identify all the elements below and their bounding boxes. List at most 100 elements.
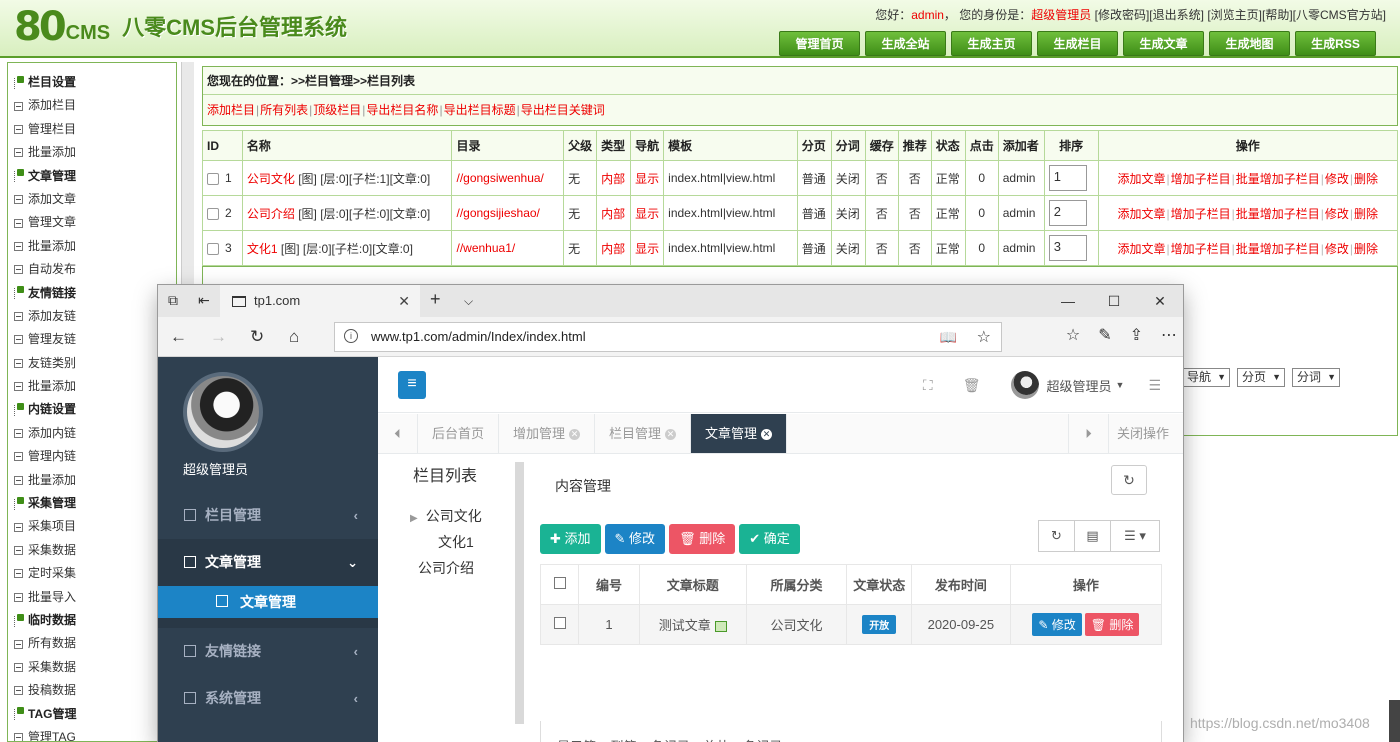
close-window-icon[interactable]: ✕ — [1137, 285, 1183, 317]
sidebar-item[interactable]: 添加栏目 — [12, 94, 176, 117]
tab-list-chevron-icon[interactable]: ⌵ — [464, 294, 473, 309]
splitter[interactable] — [515, 462, 524, 724]
select-all-checkbox[interactable] — [553, 577, 566, 589]
sidebar-item[interactable]: 添加内链 — [12, 422, 176, 445]
pen-icon[interactable]: ✎ — [1098, 325, 1111, 345]
row-op-link[interactable]: 批量增加子栏目 — [1236, 172, 1320, 186]
menu-toggle-icon[interactable]: ≡ — [398, 371, 426, 399]
order-input[interactable]: 1 — [1048, 165, 1087, 191]
fullscreen-icon[interactable]: ⛶ — [923, 377, 933, 394]
menu-item[interactable]: 栏目管理 ‹ — [158, 492, 378, 539]
nav-gen-column-button[interactable]: 生成栏目 — [1037, 31, 1118, 56]
row-checkbox[interactable] — [207, 172, 219, 185]
sidebar-item[interactable]: 管理内链 — [12, 445, 176, 468]
row-op-link[interactable]: 修改 — [1325, 242, 1349, 256]
sidebar-item[interactable]: 批量添加 — [12, 469, 176, 492]
confirm-button[interactable]: ✔ 确定 — [739, 524, 800, 554]
select-page[interactable]: 分页 — [1237, 368, 1286, 387]
back-icon[interactable]: ← — [170, 327, 187, 347]
sidebar-item[interactable]: 管理文章 — [12, 211, 176, 234]
sidebar-item[interactable]: 添加友链 — [12, 305, 176, 328]
sidebar-item[interactable]: 定时采集 — [12, 562, 176, 585]
top-link-help[interactable]: [帮助] — [1262, 8, 1293, 22]
menu-item[interactable]: 文章管理 ⌄ — [158, 539, 378, 586]
tree-node-company-intro[interactable]: 公司介绍 — [418, 558, 474, 578]
nav-admin-home-button[interactable]: 管理首页 — [779, 31, 860, 56]
sidebar-group[interactable]: 临时数据 — [12, 609, 176, 632]
tree-node-culture1[interactable]: 文化1 — [438, 532, 474, 552]
sidebar-item[interactable]: 自动发布 — [12, 258, 176, 281]
row-op-link[interactable]: 增加子栏目 — [1171, 207, 1231, 221]
row-op-link[interactable]: 修改 — [1325, 207, 1349, 221]
nav-gen-article-button[interactable]: 生成文章 — [1123, 31, 1204, 56]
sidebar-group[interactable]: 文章管理 — [12, 165, 176, 188]
column-name-link[interactable]: 文化1 — [247, 242, 278, 256]
row-op-link[interactable]: 删除 — [1354, 207, 1378, 221]
table-toggle-view-icon[interactable]: ▤ — [1074, 520, 1111, 552]
link-export-names[interactable]: 导出栏目名称 — [366, 103, 438, 117]
sidebar-item[interactable]: 添加文章 — [12, 188, 176, 211]
tab-preview-icon[interactable]: ⧉ — [168, 292, 178, 309]
sidebar-group[interactable]: 友情链接 — [12, 282, 176, 305]
sidebar-item[interactable]: 管理友链 — [12, 328, 176, 351]
row-op-link[interactable]: 修改 — [1325, 172, 1349, 186]
columns-dropdown-icon[interactable]: ☰ ▾ — [1110, 520, 1160, 552]
share-icon[interactable]: ⇪ — [1130, 325, 1143, 345]
link-export-titles[interactable]: 导出栏目标题 — [444, 103, 516, 117]
top-link-password[interactable]: [修改密码] — [1095, 8, 1150, 22]
forward-icon[interactable]: → — [210, 327, 227, 347]
delete-button[interactable]: 🗑 删除 — [669, 524, 736, 554]
link-export-keywords[interactable]: 导出栏目关键词 — [521, 103, 605, 117]
address-bar[interactable]: i www.tp1.com/admin/Index/index.html 📖 ☆ — [334, 322, 1002, 352]
sidebar-item[interactable]: 批量导入 — [12, 586, 176, 609]
row-checkbox[interactable] — [207, 207, 219, 220]
user-dropdown[interactable]: 超级管理员 ▼ — [1010, 371, 1137, 399]
row-checkbox[interactable] — [207, 242, 219, 255]
top-link-official[interactable]: [八零CMS官方站] — [1293, 8, 1386, 22]
settings-list-icon[interactable]: ☰ — [1148, 377, 1161, 394]
table-row[interactable]: 1 测试文章 公司文化 开放 2020-09-25 ✎ 修改 🗑 删除 — [539, 604, 1163, 645]
sidebar-group[interactable]: 采集管理 — [12, 492, 176, 515]
page-tab[interactable]: 栏目管理 ✕ — [595, 414, 692, 453]
sidebar-group[interactable]: 内链设置 — [12, 398, 176, 421]
select-seg[interactable]: 分词 — [1292, 368, 1341, 387]
page-scrollbar[interactable] — [1389, 700, 1400, 742]
page-tab[interactable]: 增加管理 ✕ — [499, 414, 596, 453]
sidebar-item[interactable]: 采集数据 — [12, 539, 176, 562]
new-tab-icon[interactable]: + — [430, 289, 441, 310]
sidebar-item[interactable]: 管理栏目 — [12, 118, 176, 141]
page-tab[interactable]: 文章管理 ✕ — [691, 414, 788, 453]
info-icon[interactable]: i — [344, 329, 358, 343]
favorite-star-icon[interactable]: ☆ — [977, 327, 991, 347]
trash-icon[interactable]: 🗑 — [963, 377, 981, 394]
row-delete-button[interactable]: 🗑 删除 — [1084, 613, 1140, 636]
more-icon[interactable]: ⋯ — [1161, 325, 1177, 345]
set-tabs-aside-icon[interactable]: ⇤ — [198, 292, 210, 309]
row-op-link[interactable]: 添加文章 — [1117, 207, 1165, 221]
home-icon[interactable]: ⌂ — [289, 327, 299, 347]
page-tab[interactable]: 后台首页 — [418, 414, 500, 453]
add-button[interactable]: ✚ 添加 — [540, 524, 601, 554]
favorites-hub-icon[interactable]: ☆ — [1066, 325, 1080, 345]
order-input[interactable]: 2 — [1048, 200, 1087, 226]
refresh-icon[interactable]: ↻ — [250, 327, 264, 347]
link-all-list[interactable]: 所有列表 — [260, 103, 308, 117]
sidebar-item[interactable]: 批量添加 — [12, 235, 176, 258]
nav-gen-site-button[interactable]: 生成全站 — [865, 31, 946, 56]
sidebar-item[interactable]: 管理TAG — [12, 726, 176, 741]
nav-gen-map-button[interactable]: 生成地图 — [1209, 31, 1290, 56]
row-op-link[interactable]: 批量增加子栏目 — [1236, 242, 1320, 256]
tab-close-icon[interactable]: ✕ — [665, 429, 677, 441]
row-op-link[interactable]: 增加子栏目 — [1171, 242, 1231, 256]
avatar[interactable] — [183, 372, 263, 452]
top-link-home[interactable]: [浏览主页] — [1207, 8, 1262, 22]
link-add-column[interactable]: 添加栏目 — [207, 103, 255, 117]
tabs-scroll-left-icon[interactable]: ⏴ — [378, 414, 418, 453]
order-input[interactable]: 3 — [1048, 235, 1087, 261]
close-tab-icon[interactable]: ✕ — [398, 285, 410, 317]
sidebar-item[interactable]: 采集项目 — [12, 515, 176, 538]
menu-item[interactable]: 友情链接 ‹ — [158, 628, 378, 675]
sidebar-item[interactable]: 所有数据 — [12, 632, 176, 655]
row-edit-button[interactable]: ✎ 修改 — [1032, 613, 1082, 636]
edit-button[interactable]: ✎ 修改 — [604, 524, 666, 554]
